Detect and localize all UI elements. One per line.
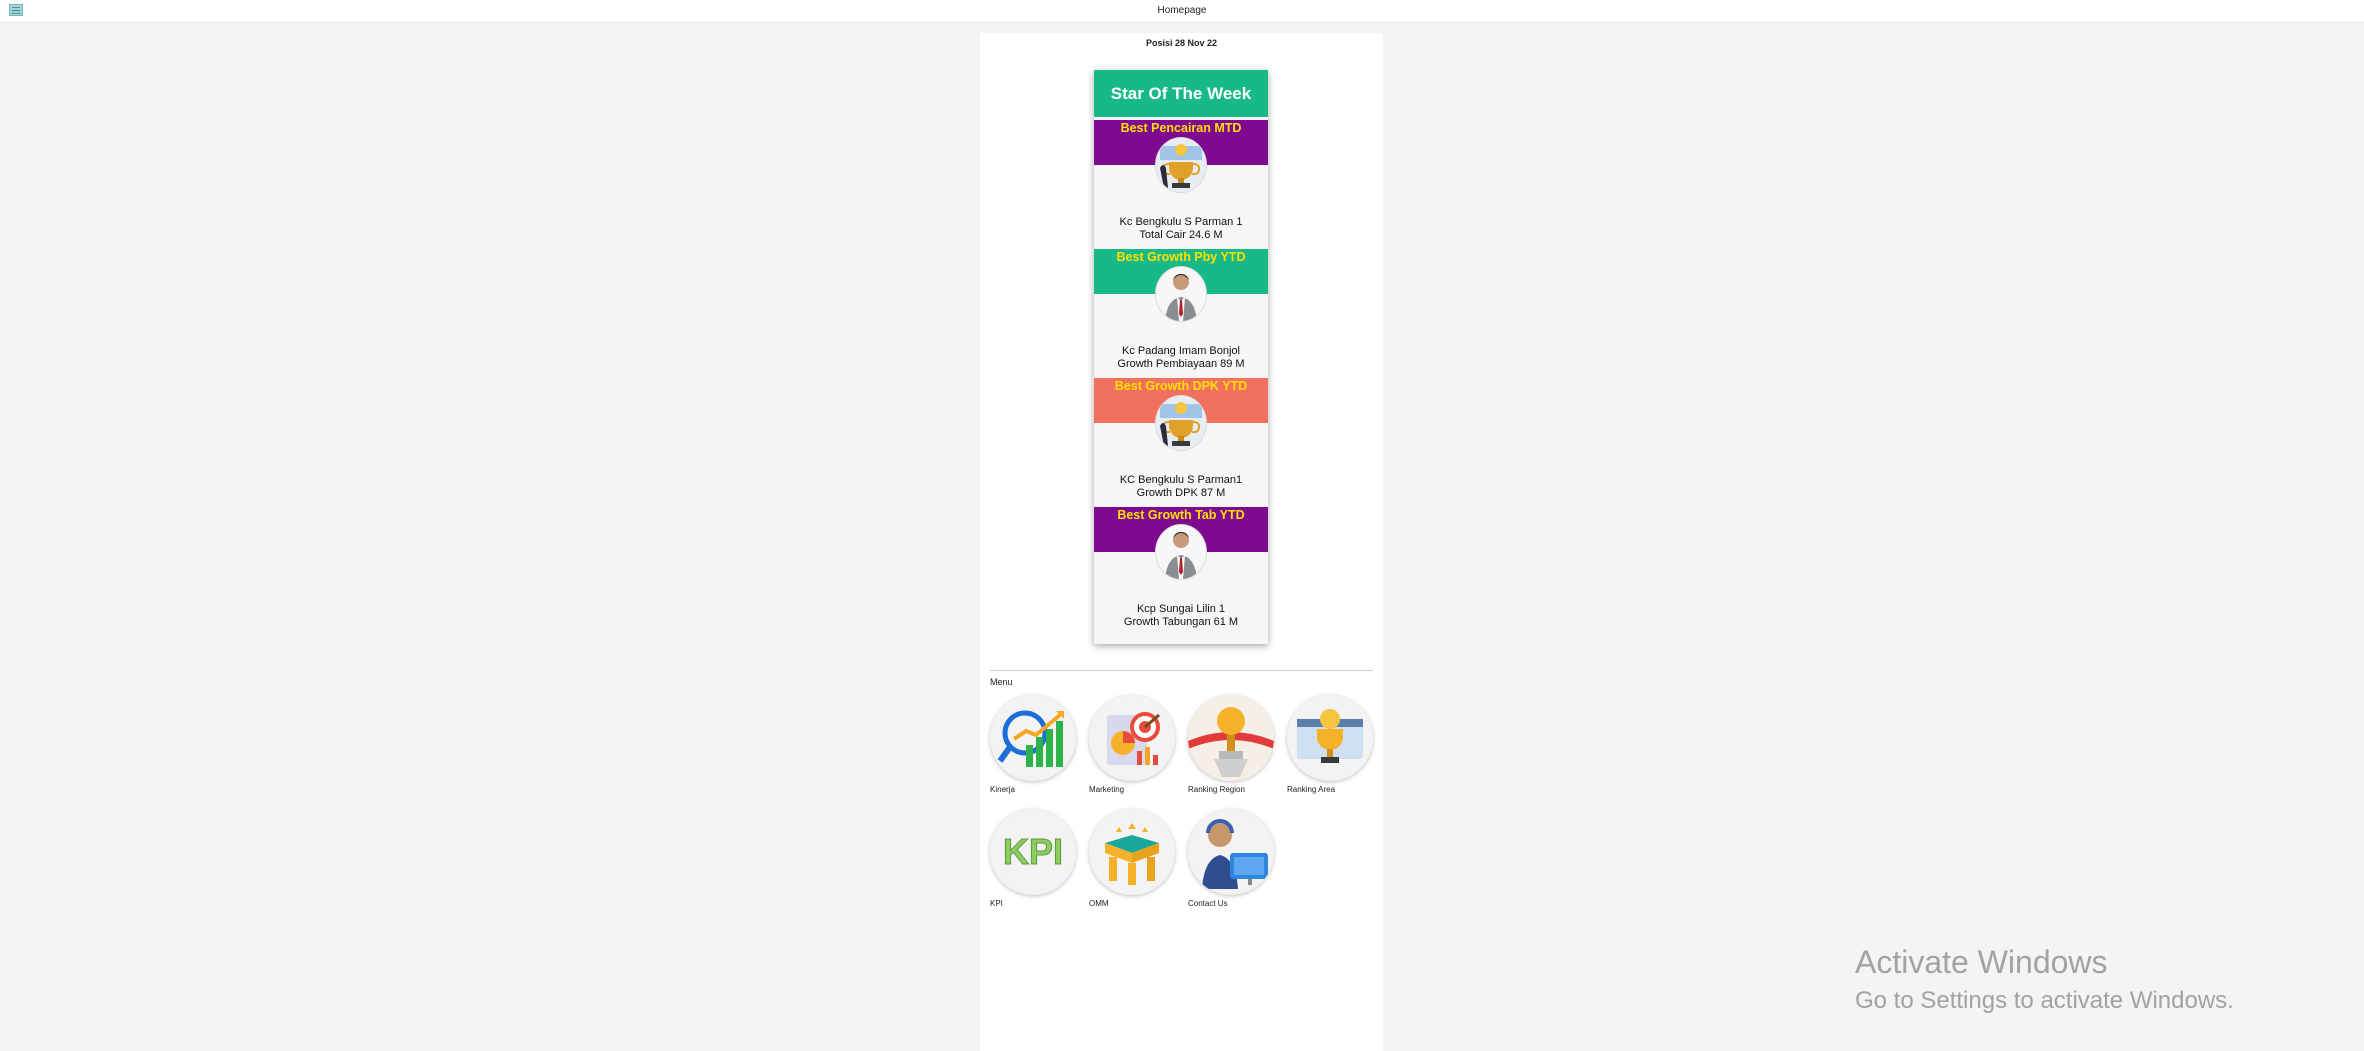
- svg-text:KPI: KPI: [1003, 831, 1063, 872]
- menu-item-label: KPI: [990, 899, 1003, 908]
- award-branch-name: KC Bengkulu S Parman1: [1119, 474, 1243, 486]
- menu-section-label: Menu: [990, 677, 1013, 687]
- menu-item-label: Marketing: [1089, 785, 1125, 794]
- divider: [990, 670, 1373, 671]
- menu-item-label: Ranking Region: [1188, 785, 1245, 794]
- customer-service-icon: [1188, 809, 1274, 895]
- kpi-icon: KPI: [990, 809, 1076, 895]
- award-title: Best Pencairan MTD: [1120, 121, 1242, 135]
- award-title: Best Growth Tab YTD: [1117, 508, 1245, 522]
- menu-item-label: Ranking Area: [1287, 785, 1336, 794]
- main-panel: Posisi 28 Nov 22 Star Of The Week Best P…: [980, 33, 1383, 1051]
- award-title: Best Growth Pby YTD: [1116, 250, 1246, 264]
- menu-item-kinerja[interactable]: Kinerja: [990, 695, 1076, 795]
- award-title: Best Growth DPK YTD: [1114, 379, 1248, 393]
- menu-item-omm[interactable]: OMM: [1089, 809, 1175, 909]
- menu-item-ranking-region[interactable]: Ranking Region: [1188, 695, 1274, 795]
- award-best-pencairan[interactable]: Best Pencairan MTD Kc Bengkulu S Parman …: [1094, 120, 1268, 249]
- award-branch-name: Kcp Sungai Lilin 1: [1136, 603, 1226, 615]
- menu-item-label: Kinerja: [990, 785, 1015, 794]
- award-branch-name: Kc Bengkulu S Parman 1: [1119, 216, 1243, 228]
- star-of-the-week-card: Star Of The Week Best Pencairan MTD Kc B…: [1094, 70, 1268, 644]
- award-best-growth-pby[interactable]: Best Growth Pby YTD Kc Padang Imam Bonjo…: [1094, 249, 1268, 378]
- award-value: Total Cair 24.6 M: [1139, 229, 1223, 241]
- top-bar: Homepage: [0, 0, 2364, 23]
- page-title: Homepage: [1157, 5, 1207, 16]
- person-photo: [1156, 525, 1206, 579]
- growth-chart-icon: [990, 695, 1076, 781]
- ranking-medal-icon: [1188, 695, 1274, 781]
- award-best-growth-tab[interactable]: Best Growth Tab YTD Kcp Sungai Lilin 1 G…: [1094, 507, 1268, 636]
- star-card-title: Star Of The Week: [1094, 70, 1268, 117]
- menu-item-marketing[interactable]: Marketing: [1089, 695, 1175, 795]
- menu-item-label: Contact Us: [1188, 899, 1228, 908]
- menu-item-contact-us[interactable]: Contact Us: [1188, 809, 1274, 909]
- award-value: Growth DPK 87 M: [1136, 487, 1226, 499]
- person-photo: [1156, 267, 1206, 321]
- watermark-line-1: Activate Windows: [1855, 944, 2108, 980]
- trophy-icon: [1156, 138, 1206, 192]
- award-branch-name: Kc Padang Imam Bonjol: [1121, 345, 1240, 357]
- award-best-growth-dpk[interactable]: Best Growth DPK YTD KC Bengkulu S Parman…: [1094, 378, 1268, 507]
- menu-item-ranking-area[interactable]: Ranking Area: [1287, 695, 1373, 795]
- omm-box-icon: [1089, 809, 1175, 895]
- award-value: Growth Tabungan 61 M: [1123, 616, 1239, 628]
- windows-activation-watermark: Activate Windows Go to Settings to activ…: [1855, 944, 2234, 1015]
- trophy-icon: [1156, 396, 1206, 450]
- position-date: Posisi 28 Nov 22: [1145, 38, 1218, 48]
- watermark-line-2: Go to Settings to activate Windows.: [1855, 987, 2234, 1014]
- menu-item-label: OMM: [1089, 899, 1109, 908]
- award-value: Growth Pembiayaan 89 M: [1117, 358, 1245, 370]
- menu-item-kpi[interactable]: KPI KPI: [990, 809, 1076, 909]
- marketing-target-icon: [1089, 695, 1175, 781]
- ranking-trophy-icon: [1287, 695, 1373, 781]
